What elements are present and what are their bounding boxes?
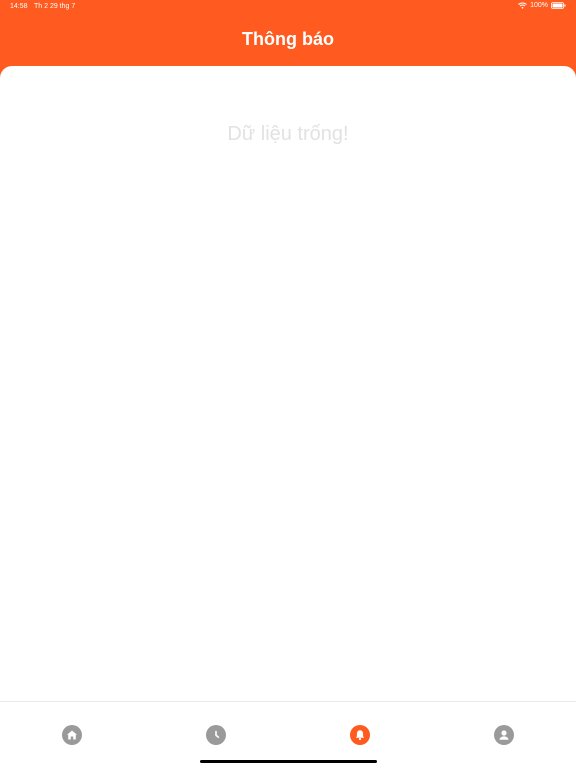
tab-notifications[interactable] <box>350 725 370 745</box>
clock-icon <box>210 729 222 741</box>
user-icon <box>497 728 511 742</box>
notifications-content: Dữ liệu trống! <box>0 66 576 702</box>
tab-home[interactable] <box>62 725 82 745</box>
empty-state-message: Dữ liệu trống! <box>227 123 349 145</box>
tab-history[interactable] <box>206 725 226 745</box>
wifi-icon <box>518 2 527 9</box>
home-icon <box>66 729 78 741</box>
status-date: Th 2 29 thg 7 <box>34 3 76 10</box>
status-right-group: 100% <box>518 2 566 9</box>
battery-percent: 100% <box>530 2 548 9</box>
notifications-screen: 14:58 Th 2 29 thg 7 100% Thông báo Dữ li… <box>0 0 576 768</box>
battery-icon <box>551 2 566 9</box>
status-bar: 14:58 Th 2 29 thg 7 100% <box>0 0 576 14</box>
home-indicator <box>200 760 377 763</box>
bell-icon <box>354 729 366 741</box>
tab-profile[interactable] <box>494 725 514 745</box>
status-time: 14:58 <box>10 3 28 10</box>
bottom-tab-bar <box>0 701 576 768</box>
page-title: Thông báo <box>242 29 334 49</box>
